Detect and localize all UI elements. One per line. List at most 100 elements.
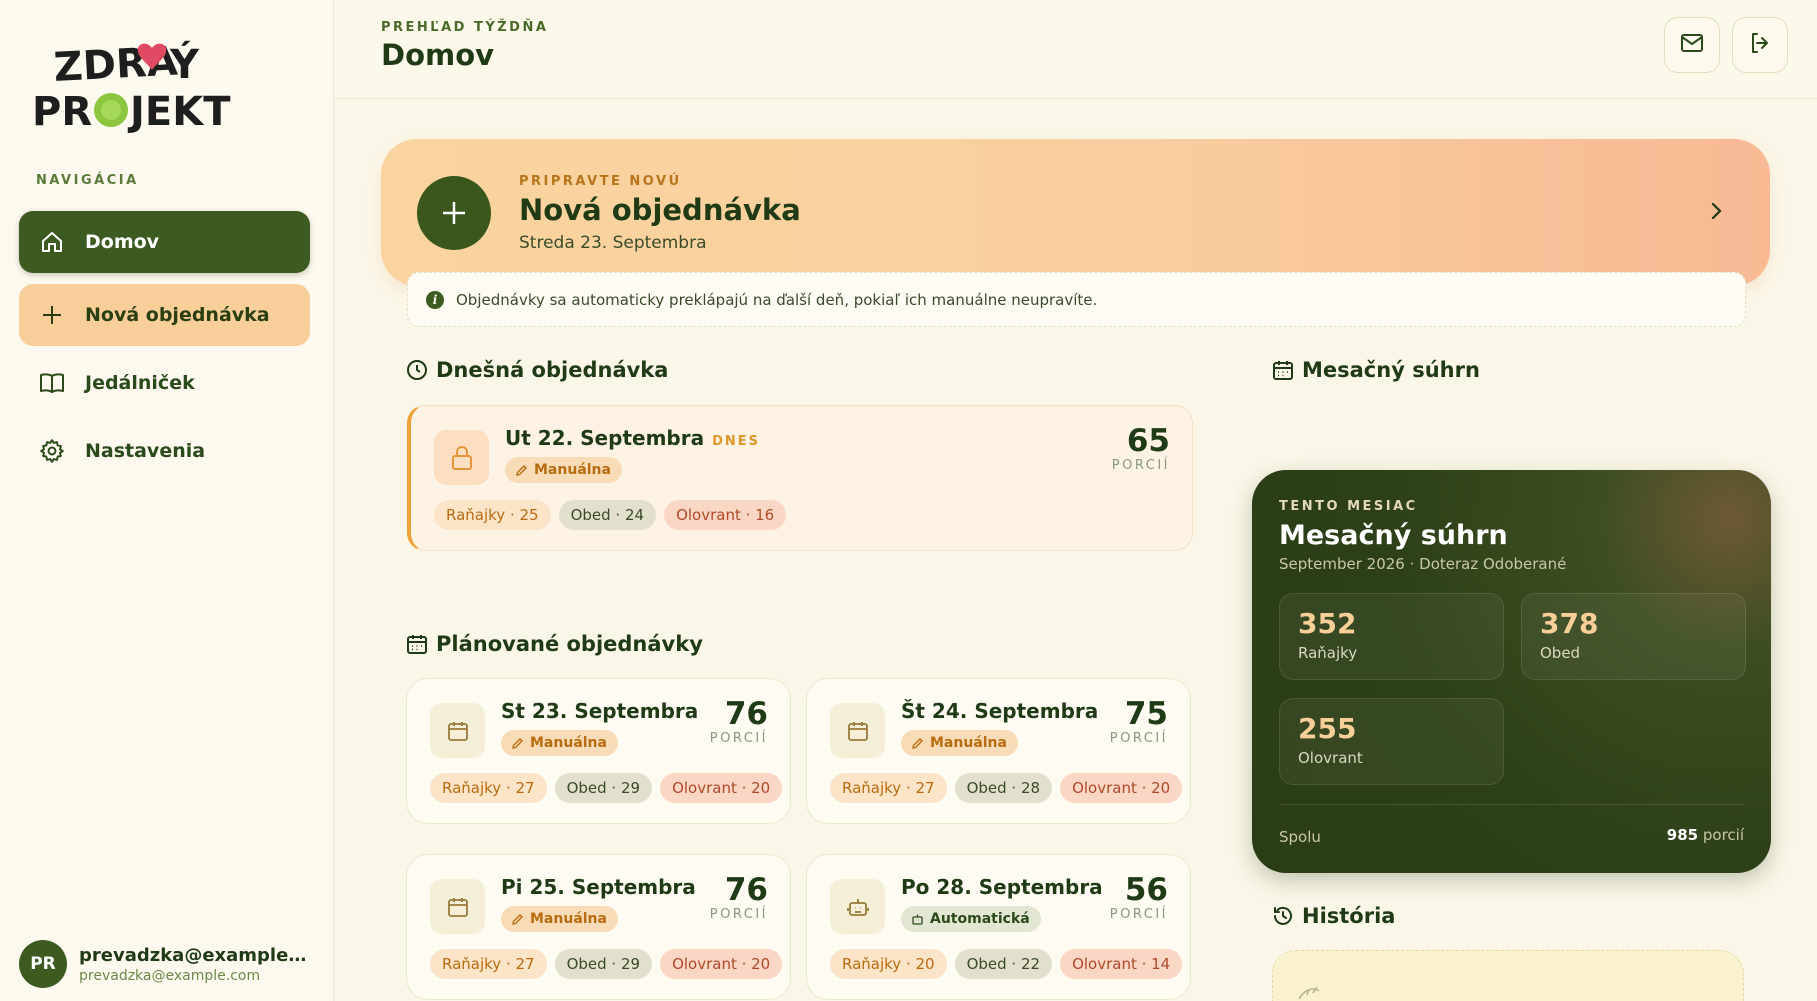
portions-label: PORCIÍ xyxy=(1111,458,1170,474)
sidebar-item-nastavenia[interactable]: Nastavenia xyxy=(19,420,310,482)
pill-lunch: Obed · 24 xyxy=(558,500,657,530)
stat-value: 255 xyxy=(1298,712,1357,745)
portions-count: 56 PORCIÍ xyxy=(1110,873,1168,922)
mode-tag: Automatická xyxy=(901,906,1041,932)
portions-label: PORCIÍ xyxy=(709,731,768,747)
lock-icon xyxy=(434,430,489,485)
section-title-monthly: Mesačný súhrn xyxy=(1272,358,1480,382)
mode-label: Automatická xyxy=(930,911,1030,927)
user-name: prevadzka@example.co... xyxy=(79,944,309,966)
mode-tag: Manuálna xyxy=(901,730,1018,756)
card-date: Po 28. Septembra xyxy=(901,875,1103,899)
pencil-icon xyxy=(515,464,528,477)
meal-pills: Raňajky · 20 Obed · 22 Olovrant · 14 xyxy=(830,949,1183,979)
logout-icon xyxy=(1748,31,1772,59)
logout-button[interactable] xyxy=(1732,17,1788,73)
planned-order-card[interactable]: Po 28. Septembra Automatická 56 PORCIÍ R… xyxy=(806,854,1191,1000)
plus-icon xyxy=(39,302,65,328)
portions-label: PORCIÍ xyxy=(1109,907,1168,923)
today-badge: DNES xyxy=(712,434,761,449)
sidebar-item-nova-objednavka[interactable]: Nová objednávka xyxy=(19,284,310,346)
banner-kicker: PRIPRAVTE NOVÚ xyxy=(519,174,682,189)
sidebar-item-label: Domov xyxy=(85,231,160,253)
user-profile[interactable]: PR prevadzka@example.co... prevadzka@exa… xyxy=(19,940,309,988)
top-header: PREHĽAD TÝŽDŇA Domov xyxy=(335,0,1817,99)
meal-pills: Raňajky · 27 Obed · 29 Olovrant · 20 xyxy=(430,949,783,979)
svg-text:Ý: Ý xyxy=(169,39,200,88)
meal-pills: Raňajky · 27 Obed · 28 Olovrant · 20 xyxy=(830,773,1183,803)
robot-icon xyxy=(911,913,924,926)
card-date: St 23. Septembra xyxy=(501,699,699,723)
portions-label: PORCIÍ xyxy=(709,907,768,923)
section-title-text: Dnešná objednávka xyxy=(436,358,669,382)
pencil-icon xyxy=(511,737,524,750)
portions-label: PORCIÍ xyxy=(1109,731,1168,747)
svg-text:PR: PR xyxy=(32,89,92,135)
stat-value: 352 xyxy=(1298,607,1357,640)
section-title-history: História xyxy=(1272,904,1395,928)
monthly-kicker: TENTO MESIAC xyxy=(1279,499,1418,514)
portions-count: 65 PORCIÍ xyxy=(1112,424,1170,473)
monthly-summary-card: TENTO MESIAC Mesačný súhrn September 202… xyxy=(1252,470,1771,873)
stat-label: Raňajky xyxy=(1298,644,1358,662)
mode-label: Manuálna xyxy=(930,735,1007,751)
planned-order-card[interactable]: Pi 25. Septembra Manuálna 76 PORCIÍ Raňa… xyxy=(406,854,791,1000)
mode-tag: Manuálna xyxy=(501,906,618,932)
today-order-card[interactable]: Ut 22. Septembra DNES Manuálna 65 PORCIÍ … xyxy=(407,405,1193,551)
zdravy-projekt-logo[interactable]: ZDRA Ý PR JEKT xyxy=(32,30,242,135)
total-label: Spolu xyxy=(1279,828,1321,846)
planned-order-card[interactable]: St 23. Septembra Manuálna 76 PORCIÍ Raňa… xyxy=(406,678,791,824)
pill-breakfast: Raňajky · 27 xyxy=(430,773,547,803)
pill-breakfast: Raňajky · 20 xyxy=(830,949,947,979)
card-date: Pi 25. Septembra xyxy=(501,875,696,899)
pill-lunch: Obed · 28 xyxy=(954,773,1053,803)
stat-label: Olovrant xyxy=(1298,749,1363,767)
meal-pills: Raňajky · 25 Obed · 24 Olovrant · 16 xyxy=(434,500,787,530)
calendar-icon xyxy=(406,633,428,655)
total-value: 985 porcií xyxy=(1666,826,1744,844)
portions-number: 76 xyxy=(724,872,768,908)
card-date: Ut 22. Septembra DNES xyxy=(505,426,761,450)
monthly-subtitle: September 2026 · Doteraz Odoberané xyxy=(1279,555,1567,573)
pill-lunch: Obed · 29 xyxy=(554,773,653,803)
header-kicker: PREHĽAD TÝŽDŇA xyxy=(381,20,549,35)
pill-breakfast: Raňajky · 27 xyxy=(430,949,547,979)
new-order-banner[interactable]: PRIPRAVTE NOVÚ Nová objednávka Streda 23… xyxy=(381,139,1770,286)
plus-icon xyxy=(417,176,491,250)
card-date: Št 24. Septembra xyxy=(901,699,1099,723)
stat-snack: 255 Olovrant xyxy=(1279,698,1504,785)
book-icon xyxy=(39,370,65,396)
stat-label: Obed xyxy=(1540,644,1581,662)
portions-count: 75 PORCIÍ xyxy=(1110,697,1168,746)
monthly-title: Mesačný súhrn xyxy=(1279,520,1508,551)
planned-order-card[interactable]: Št 24. Septembra Manuálna 75 PORCIÍ Raňa… xyxy=(806,678,1191,824)
portions-count: 76 PORCIÍ xyxy=(710,873,768,922)
nav-heading: NAVIGÁCIA xyxy=(36,173,139,188)
pill-lunch: Obed · 22 xyxy=(954,949,1053,979)
sidebar: ZDRA Ý PR JEKT NAVIGÁCIA Domov Nová obje… xyxy=(0,0,334,1001)
calendar-icon xyxy=(1272,359,1294,381)
portions-number: 56 xyxy=(1124,872,1168,908)
stat-breakfast: 352 Raňajky xyxy=(1279,593,1504,680)
portions-number: 65 xyxy=(1126,423,1170,459)
stat-lunch: 378 Obed xyxy=(1521,593,1746,680)
mode-tag: Manuálna xyxy=(505,457,622,483)
section-title-text: História xyxy=(1302,904,1396,928)
auto-rollover-notice: i Objednávky sa automaticky preklápajú n… xyxy=(407,272,1746,327)
sidebar-item-label: Nová objednávka xyxy=(85,304,270,326)
pill-lunch: Obed · 29 xyxy=(554,949,653,979)
sidebar-item-domov[interactable]: Domov xyxy=(19,211,310,273)
section-title-today: Dnešná objednávka xyxy=(406,358,668,382)
portions-count: 76 PORCIÍ xyxy=(710,697,768,746)
pill-snack: Olovrant · 16 xyxy=(664,500,787,530)
section-title-text: Mesačný súhrn xyxy=(1302,358,1480,382)
mode-label: Manuálna xyxy=(530,911,607,927)
sidebar-item-jedalnicek[interactable]: Jedálniček xyxy=(19,352,310,414)
sidebar-item-label: Jedálniček xyxy=(85,372,195,394)
section-title-planned: Plánované objednávky xyxy=(406,632,703,656)
sidebar-item-label: Nastavenia xyxy=(85,440,206,462)
portions-number: 76 xyxy=(724,696,768,732)
history-icon xyxy=(1272,905,1294,927)
mail-button[interactable] xyxy=(1664,17,1720,73)
pill-breakfast: Raňajky · 27 xyxy=(830,773,947,803)
